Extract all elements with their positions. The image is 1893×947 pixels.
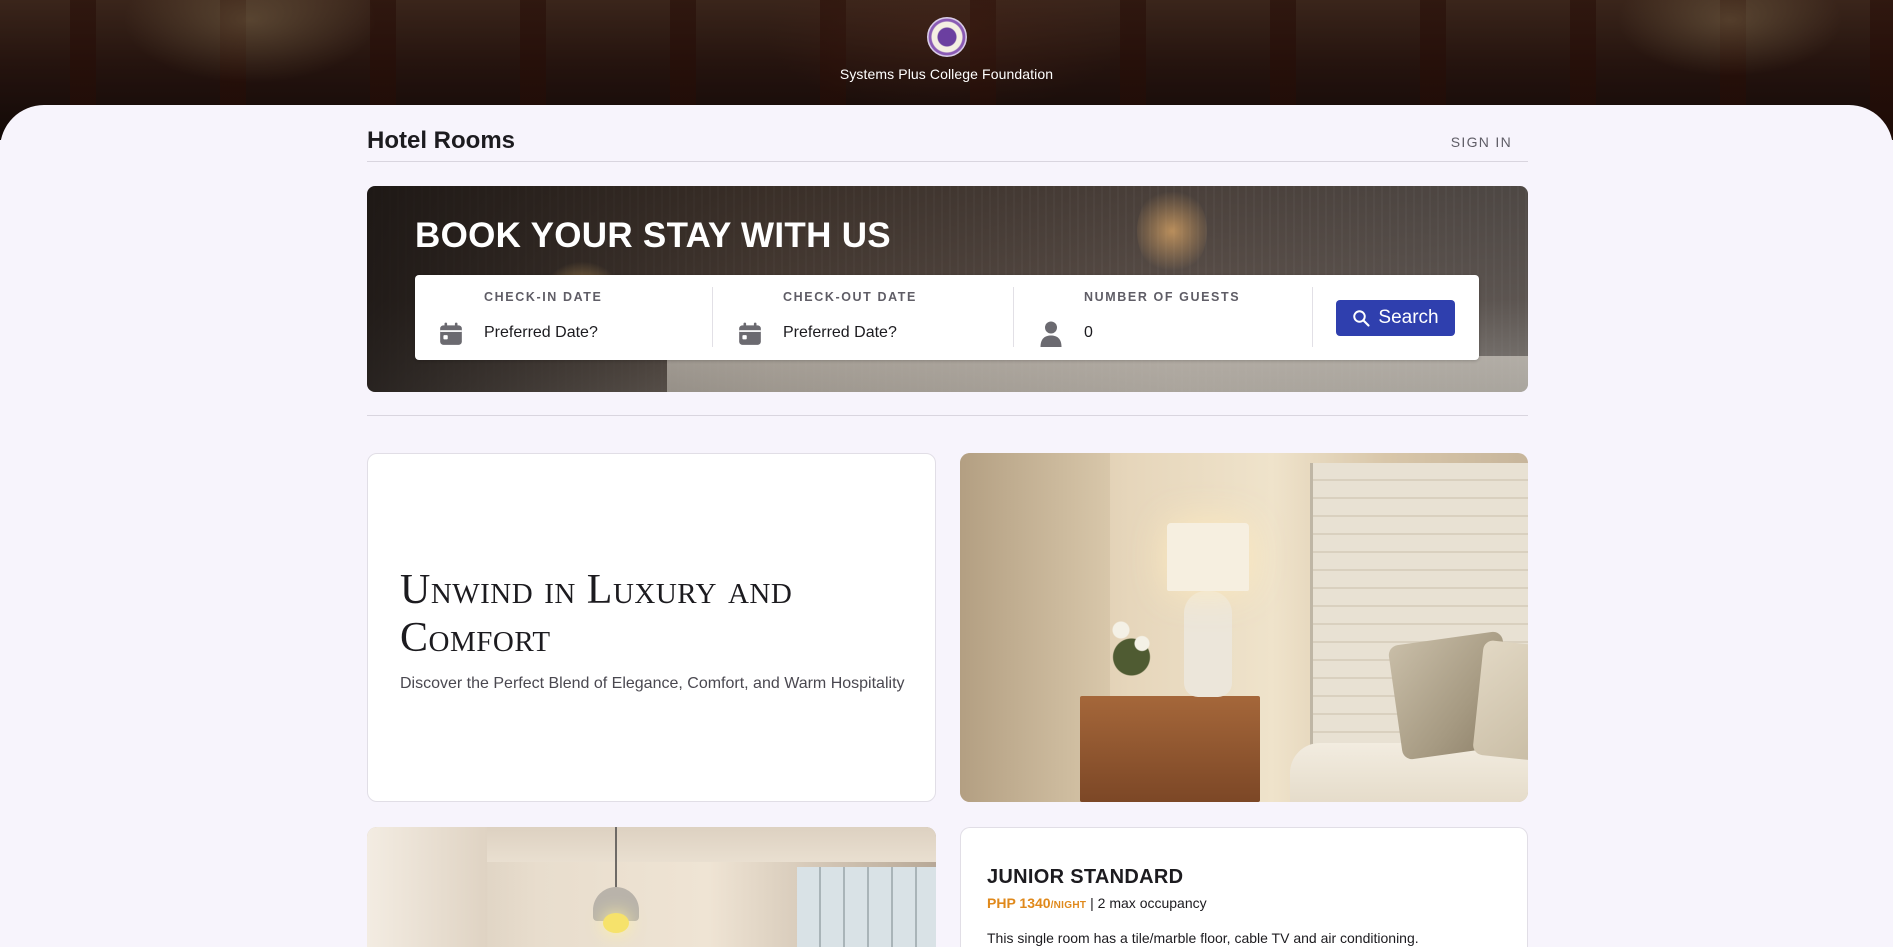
lamp-shade [1167, 523, 1249, 591]
checkout-input[interactable]: Preferred Date? [783, 324, 897, 342]
room-name: JUNIOR STANDARD [987, 866, 1184, 888]
brand-header: Systems Plus College Foundation [0, 17, 1893, 82]
room-card[interactable]: JUNIOR STANDARD PHP 1340/NIGHT | 2 max o… [960, 827, 1528, 947]
flower-vase [1100, 603, 1170, 693]
calendar-icon [437, 320, 465, 348]
search-label: Search [1378, 307, 1439, 328]
nightstand [1080, 696, 1260, 802]
room-occupancy: | 2 max occupancy [1090, 895, 1207, 911]
window [797, 867, 936, 947]
person-icon [1037, 320, 1065, 348]
checkin-field[interactable]: CHECK-IN DATE Preferred Date? [415, 275, 713, 360]
room-description: This single room has a tile/marble floor… [987, 930, 1419, 946]
booking-banner: BOOK YOUR STAY WITH US CHECK-IN DATE Pre… [367, 186, 1528, 392]
room-photo [960, 453, 1528, 802]
checkin-input[interactable]: Preferred Date? [484, 324, 598, 342]
lamp-base [1184, 591, 1232, 697]
room-photo-junior-standard [367, 827, 936, 947]
intro-subtitle: Discover the Perfect Blend of Elegance, … [400, 675, 905, 692]
background-lamp-glow [1137, 186, 1207, 276]
intro-title: Unwind in Luxury and Comfort [400, 567, 793, 661]
booking-form: CHECK-IN DATE Preferred Date? CHECK-OUT … [415, 275, 1479, 360]
booking-title: BOOK YOUR STAY WITH US [415, 216, 891, 255]
calendar-icon [736, 320, 764, 348]
search-icon [1353, 310, 1370, 327]
checkout-field[interactable]: CHECK-OUT DATE Preferred Date? [714, 275, 1014, 360]
guests-input[interactable]: 0 [1084, 324, 1093, 342]
checkin-label: CHECK-IN DATE [484, 290, 603, 304]
room-meta: PHP 1340/NIGHT | 2 max occupancy [987, 895, 1207, 911]
room-price-unit: /NIGHT [1050, 900, 1087, 911]
topbar: Hotel Rooms SIGN IN [367, 127, 1528, 162]
search-button[interactable]: Search [1336, 300, 1455, 336]
intro-card: Unwind in Luxury and Comfort Discover th… [367, 453, 936, 802]
room-price: PHP 1340 [987, 895, 1051, 911]
background-bed [667, 356, 1528, 392]
guests-label: NUMBER OF GUESTS [1084, 290, 1241, 304]
page-title: Hotel Rooms [367, 127, 516, 154]
college-seal-logo [926, 17, 967, 57]
section-divider [367, 415, 1528, 416]
organization-name: Systems Plus College Foundation [839, 66, 1054, 82]
sign-in-button[interactable]: SIGN IN [1451, 134, 1512, 150]
checkout-label: CHECK-OUT DATE [783, 290, 917, 304]
guests-field[interactable]: NUMBER OF GUESTS 0 [1015, 275, 1313, 360]
